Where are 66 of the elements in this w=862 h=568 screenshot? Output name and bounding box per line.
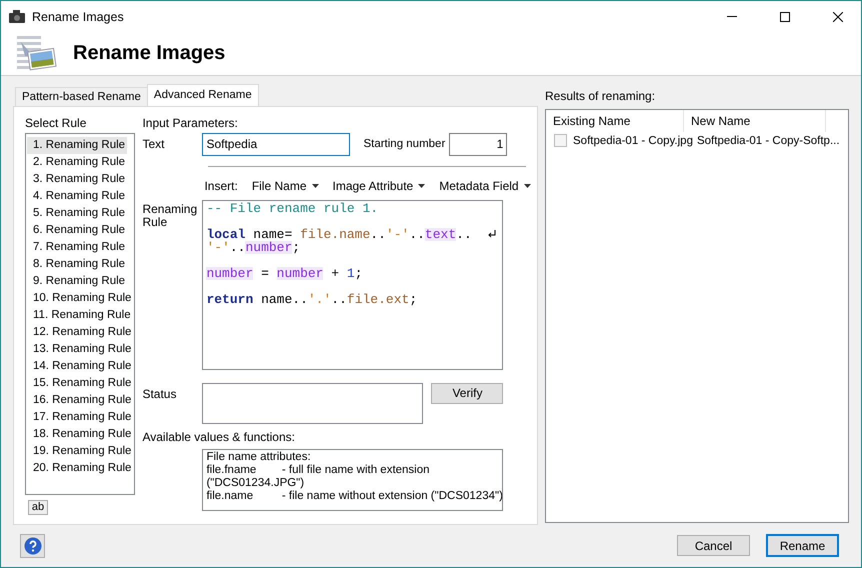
insert-menu[interactable]: File Name [252, 178, 318, 192]
code-line: '-'..number; [206, 240, 302, 254]
code-line: local name= file.name..'-'..text.. [206, 214, 500, 240]
close-icon[interactable] [833, 12, 843, 22]
values-line: file.name - file name without extension ("DCS01234") [206, 490, 502, 502]
rule-item[interactable]: 18. Renaming Rule [27, 426, 134, 442]
insert-label: Insert: [204, 178, 238, 192]
text-label: Text [142, 137, 164, 151]
cancel-button[interactable]: Cancel [677, 535, 750, 556]
starting-number-label: Starting number [363, 138, 446, 150]
insert-menu[interactable]: Image Attribute [332, 178, 426, 192]
rule-item[interactable]: 4. Renaming Rule [27, 188, 128, 204]
rule-item[interactable]: 3. Renaming Rule [27, 170, 128, 188]
select-rule-label: Select Rule [25, 116, 88, 130]
rule-item[interactable]: 6. Renaming Rule [27, 222, 128, 238]
rule-item[interactable]: 12. Renaming Rule [27, 324, 134, 340]
rename-rule-button[interactable]: ab [28, 500, 48, 514]
new-name-cell-text: Softpedia-01 - Copy-Softp... [696, 134, 841, 146]
caret-icon [524, 184, 531, 188]
header-title: Rename Images [73, 42, 226, 65]
rule-item[interactable]: 13. Renaming Rule [27, 340, 134, 358]
rule-item[interactable]: 5. Renaming Rule [27, 204, 128, 222]
existing-name-cell-text: Softpedia-01 - Copy.jpg [573, 134, 694, 146]
code-line: number = number + 1; [206, 264, 364, 280]
starting-number-field[interactable]: 1 [449, 132, 508, 156]
input-parameters-label: Input Parameters: [142, 116, 239, 130]
rule-item[interactable]: 11. Renaming Rule [27, 306, 133, 324]
maximize-icon[interactable] [780, 12, 790, 22]
rule-item[interactable]: 7. Renaming Rule [27, 238, 128, 256]
column-header[interactable]: Existing Name [546, 110, 684, 132]
tab[interactable]: Advanced Rename [146, 84, 259, 106]
rule-item[interactable]: 14. Renaming Rule [27, 358, 134, 374]
camera-icon [9, 10, 25, 23]
insert-menu[interactable]: Metadata Field [439, 178, 531, 192]
text-field[interactable]: Softpedia [202, 132, 350, 156]
code-line: -- File rename rule 1. [206, 202, 380, 214]
status-label: Status [142, 386, 176, 400]
available-values-label: Available values & functions: [142, 430, 296, 444]
values-line: file.fname - full file name with extension [206, 464, 431, 476]
caret-icon [312, 184, 318, 188]
row-checkbox[interactable] [554, 134, 567, 147]
rule-item[interactable]: 15. Renaming Rule [27, 374, 134, 392]
caret-icon [418, 184, 426, 188]
results-label: Results of renaming: [545, 88, 656, 102]
help-button[interactable] [20, 534, 45, 558]
verify-button[interactable]: Verify [431, 382, 504, 404]
tab[interactable]: Pattern-based Rename [15, 86, 148, 106]
code-line: return name..'.'..file.ext; [206, 290, 418, 306]
rule-item[interactable]: 16. Renaming Rule [27, 392, 134, 408]
rule-item[interactable]: 10. Renaming Rule [27, 290, 134, 306]
rule-item[interactable]: 19. Renaming Rule [27, 442, 134, 460]
rule-item[interactable]: 1. Renaming Rule [27, 136, 128, 154]
rule-item[interactable]: 2. Renaming Rule [27, 154, 128, 170]
window-title: Rename Images [32, 10, 125, 24]
rule-item[interactable]: 9. Renaming Rule [27, 272, 128, 290]
rename-button[interactable]: Rename [766, 534, 839, 558]
renaming-rule-label: Renaming Rule [142, 202, 198, 228]
rule-list[interactable] [25, 132, 136, 494]
column-header[interactable]: New Name [684, 110, 826, 132]
rule-item[interactable]: 8. Renaming Rule [27, 256, 128, 272]
rule-item[interactable]: 17. Renaming Rule [27, 408, 134, 426]
code-editor[interactable]: -- File rename rule 1. local name= file.name..'-'..text.. '-'..number; number = number + 1; return name..'.'..file.ext; [202, 200, 504, 370]
values-line: ("DCS01234.JPG") [206, 476, 306, 490]
line-wrap-icon [488, 230, 496, 238]
rule-item[interactable]: 20. Renaming Rule [27, 460, 134, 476]
values-line: File name attributes: [206, 450, 312, 464]
